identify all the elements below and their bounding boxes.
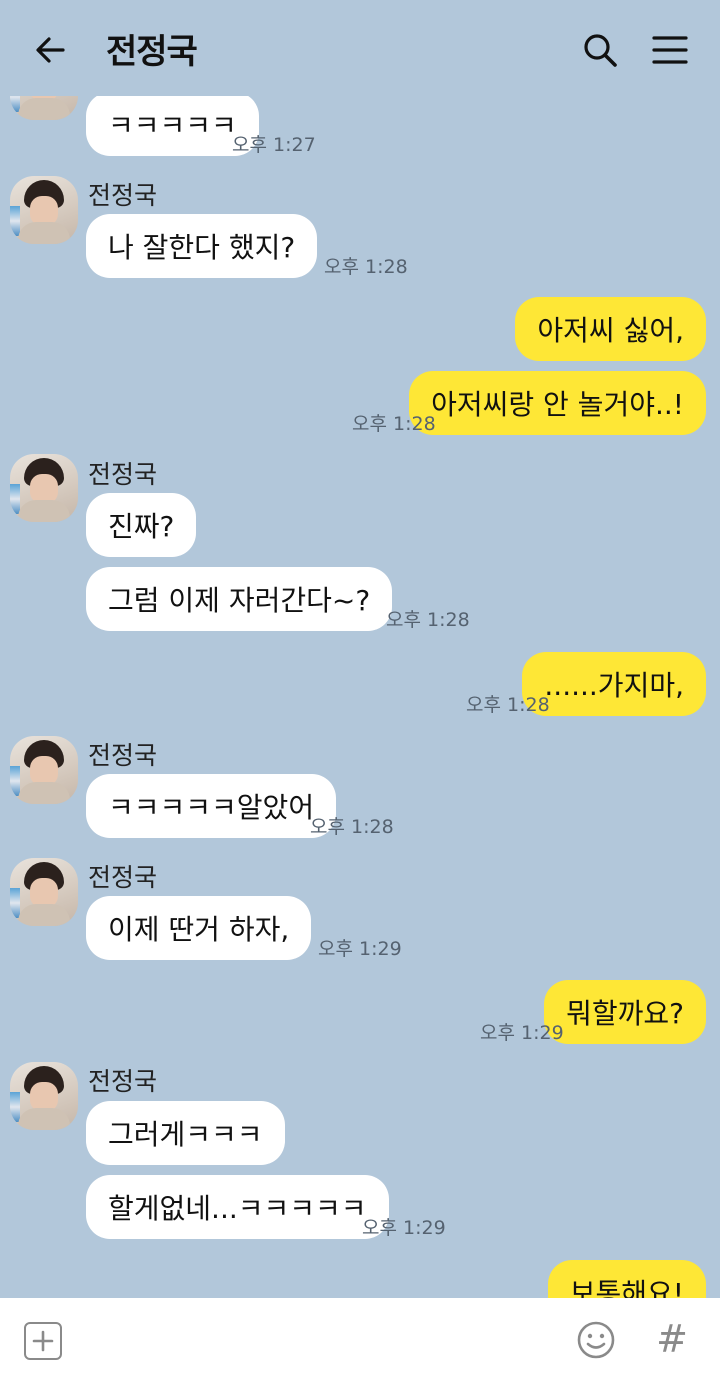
search-icon bbox=[584, 34, 617, 67]
smiley-icon bbox=[577, 1321, 615, 1359]
sender-name: 전정국 bbox=[88, 741, 158, 770]
message-time: 오후 1:29 bbox=[318, 938, 402, 960]
message-text: 아저씨 싫어, bbox=[537, 314, 684, 347]
search-button[interactable] bbox=[578, 28, 622, 72]
back-button[interactable] bbox=[28, 28, 72, 72]
chat-title: 전정국 bbox=[106, 32, 198, 72]
add-button[interactable] bbox=[24, 1322, 62, 1360]
message-text: 이제 딴거 하자, bbox=[108, 913, 290, 946]
sender-name: 전정국 bbox=[88, 863, 158, 892]
hash-icon: # bbox=[656, 1317, 688, 1361]
message-composer[interactable]: # bbox=[0, 1298, 720, 1382]
message-time: 오후 1:28 bbox=[324, 256, 408, 278]
hamburger-menu-icon bbox=[652, 36, 688, 64]
message-time: 오후 1:28 bbox=[466, 694, 550, 716]
menu-button[interactable] bbox=[648, 28, 692, 72]
message-bubble[interactable]: 그러게ㅋㅋㅋ bbox=[86, 1101, 285, 1165]
message-text: 나 잘한다 했지? bbox=[108, 231, 296, 264]
message-text: 그러게ㅋㅋㅋ bbox=[108, 1118, 263, 1151]
message-bubble[interactable]: 아저씨 싫어, bbox=[515, 297, 706, 361]
hashtag-button[interactable]: # bbox=[652, 1316, 692, 1362]
plus-square-icon bbox=[32, 1330, 54, 1352]
message-text: 진짜? bbox=[108, 510, 175, 543]
message-text: 뭐할까요? bbox=[566, 997, 684, 1030]
message-text: 할게없네...ㅋㅋㅋㅋㅋ bbox=[108, 1192, 367, 1225]
avatar[interactable] bbox=[10, 736, 78, 804]
message-text: ㅋㅋㅋㅋㅋ알았어 bbox=[108, 791, 315, 824]
avatar[interactable] bbox=[10, 454, 78, 522]
message-text: ㅋㅋㅋㅋㅋ bbox=[108, 109, 237, 142]
arrow-left-icon bbox=[36, 37, 65, 63]
emoji-button[interactable] bbox=[576, 1320, 616, 1360]
avatar[interactable] bbox=[10, 176, 78, 244]
message-bubble[interactable]: 진짜? bbox=[86, 493, 197, 557]
message-time: 오후 1:28 bbox=[352, 413, 436, 435]
chat-header: 전정국 bbox=[0, 0, 720, 96]
message-text: 그럼 이제 자러간다~? bbox=[108, 584, 371, 617]
message-text: 보통해요! bbox=[569, 1277, 684, 1298]
message-time: 오후 1:27 bbox=[232, 134, 316, 156]
message-time: 오후 1:29 bbox=[480, 1022, 564, 1044]
message-bubble[interactable]: 할게없네...ㅋㅋㅋㅋㅋ bbox=[86, 1175, 389, 1239]
message-bubble[interactable]: 보통해요! bbox=[547, 1260, 706, 1298]
avatar[interactable] bbox=[10, 1062, 78, 1130]
message-text: 아저씨랑 안 놀거야..! bbox=[431, 388, 684, 421]
message-bubble[interactable]: 뭐할까요? bbox=[544, 980, 706, 1044]
sender-name: 전정국 bbox=[88, 460, 158, 489]
message-bubble[interactable]: ㅋㅋㅋㅋㅋ알았어 bbox=[86, 774, 337, 838]
message-time: 오후 1:28 bbox=[386, 609, 470, 631]
avatar[interactable] bbox=[10, 858, 78, 926]
message-bubble[interactable]: 그럼 이제 자러간다~? bbox=[86, 567, 393, 631]
sender-name: 전정국 bbox=[88, 181, 158, 210]
sender-name: 전정국 bbox=[88, 1067, 158, 1096]
message-time: 오후 1:28 bbox=[310, 816, 394, 838]
message-bubble[interactable]: ......가지마, bbox=[522, 652, 706, 716]
message-bubble[interactable]: 나 잘한다 했지? bbox=[86, 214, 318, 278]
message-time: 오후 1:29 bbox=[362, 1217, 446, 1239]
message-bubble[interactable]: 이제 딴거 하자, bbox=[86, 896, 312, 960]
message-text: ......가지마, bbox=[544, 669, 684, 702]
chat-area[interactable]: ㅋㅋㅋㅋㅋ 오후 1:27 전정국 나 잘한다 했지? 오후 1:28 아저씨 … bbox=[0, 0, 720, 1298]
message-bubble[interactable]: 아저씨랑 안 놀거야..! bbox=[409, 371, 706, 435]
